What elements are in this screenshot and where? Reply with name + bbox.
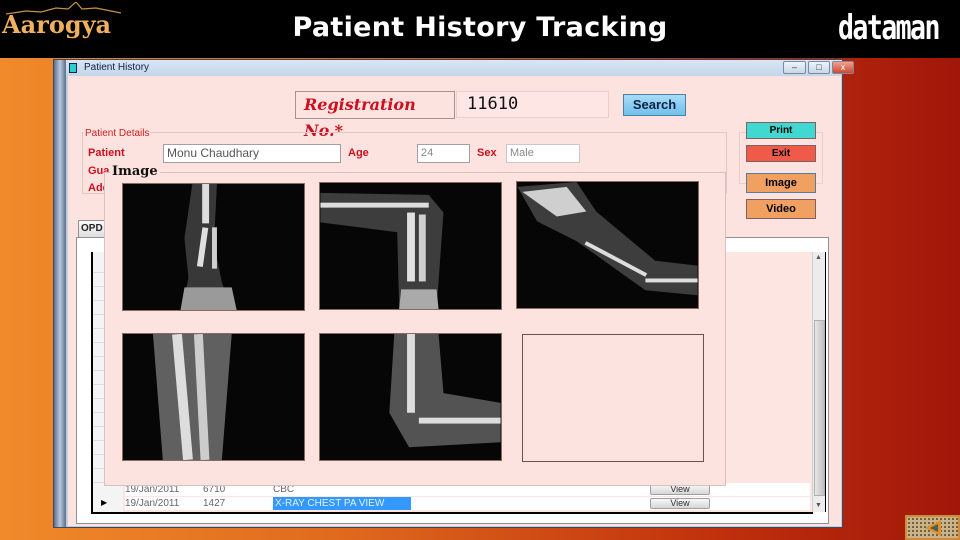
xray-forearm-image xyxy=(180,184,237,310)
scroll-up-icon[interactable]: ▲ xyxy=(815,254,822,261)
image-popup: Image xyxy=(104,164,726,486)
view-button[interactable]: View xyxy=(650,498,710,509)
xray-arm-bent-image xyxy=(320,192,444,309)
search-button[interactable]: Search xyxy=(623,94,686,116)
window-frame-left xyxy=(54,60,66,527)
image-popup-title: Image xyxy=(110,164,160,179)
scroll-down-icon[interactable]: ▼ xyxy=(815,502,822,509)
maximize-button[interactable]: □ xyxy=(808,61,830,74)
scrollbar-thumb[interactable] xyxy=(814,320,825,496)
vertical-scrollbar[interactable]: ▲ ▼ xyxy=(812,252,826,512)
xray-thumbnail-1[interactable] xyxy=(122,183,305,311)
print-button[interactable]: Print xyxy=(746,122,816,139)
patient-name-field[interactable]: Monu Chaudhary xyxy=(163,144,341,163)
sex-label: Sex xyxy=(477,147,497,159)
row-pointer-icon: ▶ xyxy=(101,498,108,507)
table-row[interactable]: 19/Jan/2011 1427 X-RAY CHEST PA VIEW Vie… xyxy=(125,497,810,510)
exit-button[interactable]: Exit xyxy=(746,145,816,162)
patient-label: Patient xyxy=(88,147,125,159)
registration-input[interactable]: 11610 xyxy=(456,91,609,118)
empty-thumbnail-slot[interactable] xyxy=(522,334,704,462)
app-icon xyxy=(69,63,77,73)
xray-hand-image xyxy=(517,182,698,296)
xray-thumbnail-5[interactable] xyxy=(319,333,502,461)
age-field[interactable]: 24 xyxy=(417,144,470,163)
xray-thumbnail-2[interactable] xyxy=(319,182,502,310)
cell-test-selected: X-RAY CHEST PA VIEW xyxy=(273,497,411,510)
xray-elbow-image xyxy=(389,334,501,448)
window-title: Patient History xyxy=(84,62,150,73)
window-titlebar[interactable]: Patient History – □ x xyxy=(66,60,854,76)
header-bar: Aarogya Patient History Tracking dataman xyxy=(0,0,960,58)
cell-date: 19/Jan/2011 xyxy=(125,498,180,509)
patient-details-legend: Patient Details xyxy=(84,128,151,139)
registration-label: Registration No.* xyxy=(295,91,455,140)
age-label: Age xyxy=(348,147,369,159)
close-button[interactable]: x xyxy=(832,61,854,74)
video-button[interactable]: Video xyxy=(746,199,816,219)
xray-forearm-closeup-image xyxy=(152,334,232,460)
cell-id: 1427 xyxy=(203,498,226,509)
sex-field[interactable]: Male xyxy=(506,144,580,163)
dataman-logo: dataman xyxy=(838,8,940,48)
xray-thumbnail-4[interactable] xyxy=(122,333,305,461)
previous-slide-button[interactable] xyxy=(905,515,960,540)
page-title: Patient History Tracking xyxy=(292,12,668,43)
xray-thumbnail-3[interactable] xyxy=(516,181,699,309)
image-button[interactable]: Image xyxy=(746,173,816,193)
minimize-button[interactable]: – xyxy=(783,61,806,74)
